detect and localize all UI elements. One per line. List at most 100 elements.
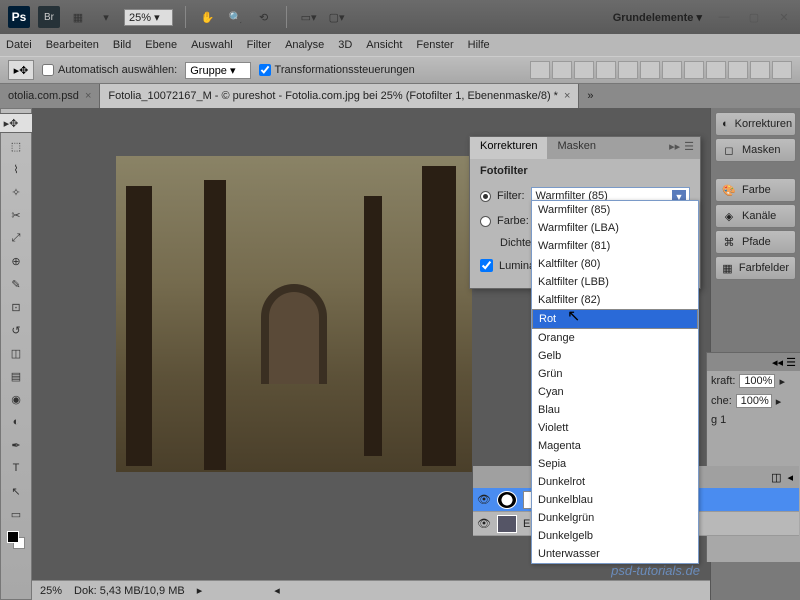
brush-tool[interactable]: ✎ — [4, 274, 28, 294]
shape-tool[interactable]: ▭ — [4, 504, 28, 524]
heal-tool[interactable]: ⊕ — [4, 251, 28, 271]
panel-korrekturen[interactable]: ◐Korrekturen — [715, 112, 796, 136]
stamp-tool[interactable]: ⊡ — [4, 297, 28, 317]
menu-ansicht[interactable]: Ansicht — [366, 39, 402, 51]
dd-item[interactable]: Dunkelrot — [532, 473, 698, 491]
zoom-dropdown[interactable]: 25% ▾ — [124, 9, 173, 26]
align-btn[interactable] — [618, 61, 638, 79]
align-btn[interactable] — [596, 61, 616, 79]
minimize-button[interactable]: — — [716, 9, 732, 25]
panel-farbe[interactable]: 🎨Farbe — [715, 178, 796, 202]
menu-fenster[interactable]: Fenster — [416, 39, 453, 51]
menu-datei[interactable]: Datei — [6, 39, 32, 51]
menu-bild[interactable]: Bild — [113, 39, 131, 51]
align-btn[interactable] — [552, 61, 572, 79]
arrange-icon[interactable]: ▭▾ — [299, 7, 319, 27]
document-canvas[interactable] — [116, 156, 472, 472]
marquee-tool[interactable]: ⬚ — [4, 136, 28, 156]
document-tab[interactable]: otolia.com.psd× — [0, 84, 100, 108]
blur-tool[interactable]: ◉ — [4, 389, 28, 409]
layout-icon[interactable]: ▦ — [68, 7, 88, 27]
rotate-icon[interactable]: ⟲ — [254, 7, 274, 27]
status-doc-size[interactable]: Dok: 5,43 MB/10,9 MB — [74, 585, 185, 597]
dd-item[interactable]: Blau — [532, 401, 698, 419]
tab-masken[interactable]: Masken — [547, 137, 606, 159]
fill-input[interactable]: 100% — [736, 394, 772, 408]
eyedropper-tool[interactable]: ⤢ — [4, 228, 28, 248]
filter-radio[interactable] — [480, 191, 491, 202]
crop-tool[interactable]: ✂ — [4, 205, 28, 225]
screen-mode-icon[interactable]: ▢▾ — [327, 7, 347, 27]
menu-bearbeiten[interactable]: Bearbeiten — [46, 39, 99, 51]
bridge-logo[interactable]: Br — [38, 6, 60, 28]
menu-ebene[interactable]: Ebene — [145, 39, 177, 51]
dd-item[interactable]: Kaltfilter (LBB) — [532, 273, 698, 291]
dd-item[interactable]: Gelb — [532, 347, 698, 365]
hand-icon[interactable]: ✋ — [198, 7, 218, 27]
workspace-switcher[interactable]: Grundelemente ▾ — [613, 11, 702, 24]
path-tool[interactable]: ↖ — [4, 481, 28, 501]
panel-masken[interactable]: ◻Masken — [715, 138, 796, 162]
type-tool[interactable]: T — [4, 458, 28, 478]
status-arrow[interactable]: ▸ — [197, 584, 203, 597]
align-btn[interactable] — [772, 61, 792, 79]
panel-kanaele[interactable]: ◈Kanäle — [715, 204, 796, 228]
align-btn[interactable] — [574, 61, 594, 79]
filter-dropdown-list[interactable]: Warmfilter (85) Warmfilter (LBA) Warmfil… — [531, 200, 699, 564]
align-btn[interactable] — [640, 61, 660, 79]
lasso-tool[interactable]: ⌇ — [4, 159, 28, 179]
close-icon[interactable]: × — [85, 90, 91, 102]
dd-item[interactable]: Magenta — [532, 437, 698, 455]
panel-farbfelder[interactable]: ▦Farbfelder — [715, 256, 796, 280]
color-swatches[interactable] — [7, 531, 25, 549]
farbe-radio[interactable] — [480, 216, 491, 227]
dd-item[interactable]: Warmfilter (85) — [532, 201, 698, 219]
close-icon[interactable]: × — [564, 90, 570, 102]
dd-item[interactable]: Dunkelgrün — [532, 509, 698, 527]
menu-hilfe[interactable]: Hilfe — [468, 39, 490, 51]
dd-item[interactable]: Violett — [532, 419, 698, 437]
status-zoom[interactable]: 25% — [40, 585, 62, 597]
close-button[interactable]: ✕ — [776, 9, 792, 25]
menu-analyse[interactable]: Analyse — [285, 39, 324, 51]
dd-item[interactable]: Dunkelgelb — [532, 527, 698, 545]
extras-icon[interactable]: ▾ — [96, 7, 116, 27]
pen-tool[interactable]: ✒ — [4, 435, 28, 455]
align-btn[interactable] — [750, 61, 770, 79]
maximize-button[interactable]: ▢ — [746, 9, 762, 25]
dd-item[interactable]: Kaltfilter (80) — [532, 255, 698, 273]
history-brush-tool[interactable]: ↺ — [4, 320, 28, 340]
panel-menu-icon[interactable]: ◂◂ ☰ — [772, 356, 796, 369]
zoom-tool-icon[interactable]: 🔍 — [226, 7, 246, 27]
overflow-tabs[interactable]: » — [579, 90, 601, 102]
dd-item[interactable]: Warmfilter (LBA) — [532, 219, 698, 237]
dd-item-selected[interactable]: Rot — [532, 309, 698, 329]
layer-thumb[interactable] — [497, 515, 517, 533]
menu-3d[interactable]: 3D — [338, 39, 352, 51]
transform-controls-checkbox[interactable]: Transformationssteuerungen — [259, 64, 415, 76]
dd-item[interactable]: Warmfilter (81) — [532, 237, 698, 255]
align-btn[interactable] — [684, 61, 704, 79]
align-btn[interactable] — [706, 61, 726, 79]
menu-auswahl[interactable]: Auswahl — [191, 39, 233, 51]
visibility-icon[interactable]: 👁 — [477, 517, 491, 531]
document-tab-active[interactable]: Fotolia_10072167_M - © pureshot - Fotoli… — [100, 84, 579, 108]
align-btn[interactable] — [728, 61, 748, 79]
prev-icon[interactable]: ◂ — [787, 471, 793, 484]
menu-filter[interactable]: Filter — [247, 39, 271, 51]
dd-item[interactable]: Kaltfilter (82) — [532, 291, 698, 309]
move-tool-indicator[interactable]: ▸✥ — [8, 60, 34, 80]
auto-select-target[interactable]: Gruppe ▾ — [185, 62, 250, 79]
panel-pfade[interactable]: ⌘Pfade — [715, 230, 796, 254]
align-btn[interactable] — [662, 61, 682, 79]
panel-menu-icon[interactable]: ☰ — [684, 140, 694, 156]
gradient-tool[interactable]: ▤ — [4, 366, 28, 386]
adjustment-thumb[interactable] — [497, 491, 517, 509]
eraser-tool[interactable]: ◫ — [4, 343, 28, 363]
dd-item[interactable]: Unterwasser — [532, 545, 698, 563]
scroll-left-icon[interactable]: ◂ — [274, 584, 280, 597]
dd-item[interactable]: Grün — [532, 365, 698, 383]
wand-tool[interactable]: ✧ — [4, 182, 28, 202]
tab-korrekturen[interactable]: Korrekturen — [470, 137, 547, 159]
dd-item[interactable]: Cyan — [532, 383, 698, 401]
